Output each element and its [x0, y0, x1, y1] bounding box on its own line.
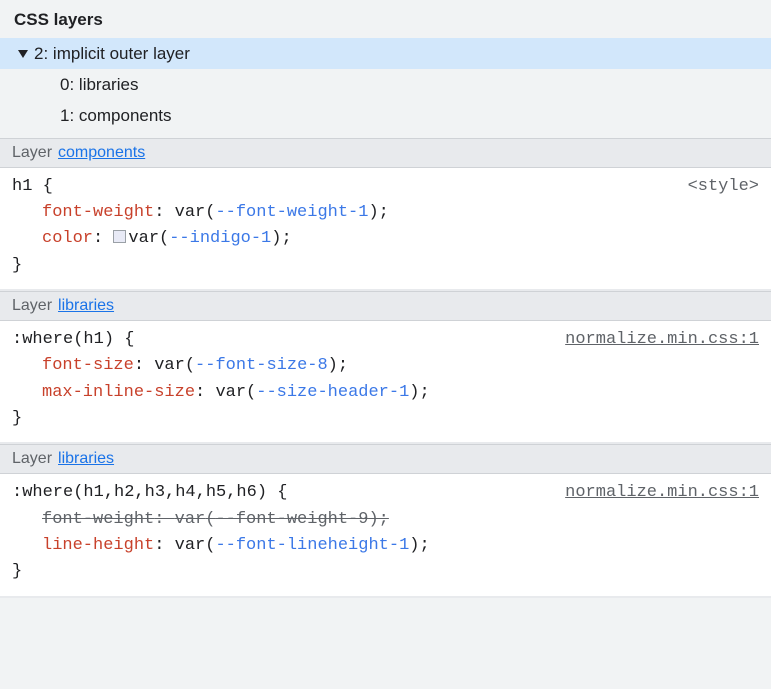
declaration[interactable]: font-size: var(--font-size-8); [12, 353, 759, 379]
rule-close: } [12, 253, 759, 279]
source-label: <style> [688, 174, 759, 200]
declaration[interactable]: font-weight: var(--font-weight-1); [12, 200, 759, 226]
selector[interactable]: :where(h1) { [12, 327, 134, 353]
selector[interactable]: h1 { [12, 174, 53, 200]
source-link[interactable]: normalize.min.css:1 [565, 327, 759, 353]
tree-row-label: 1: components [60, 102, 172, 129]
layer-prefix: Layer [12, 297, 52, 315]
rule-block: h1 { <style> font-weight: var(--font-wei… [0, 168, 771, 291]
declaration-overridden[interactable]: font-weight: var(--font-weight-9); [12, 507, 759, 533]
layer-link[interactable]: libraries [58, 297, 114, 315]
color-swatch-icon[interactable] [113, 230, 126, 243]
rule-block: :where(h1) { normalize.min.css:1 font-si… [0, 321, 771, 444]
declaration[interactable]: max-inline-size: var(--size-header-1); [12, 380, 759, 406]
rule-block: :where(h1,h2,h3,h4,h5,h6) { normalize.mi… [0, 474, 771, 597]
tree-row-root[interactable]: 2: implicit outer layer [0, 38, 771, 69]
tree-row-child[interactable]: 0: libraries [0, 69, 771, 100]
layer-prefix: Layer [12, 144, 52, 162]
tree-row-child[interactable]: 1: components [0, 100, 771, 131]
layer-link[interactable]: components [58, 144, 145, 162]
selector[interactable]: :where(h1,h2,h3,h4,h5,h6) { [12, 480, 287, 506]
rule-close: } [12, 559, 759, 585]
source-link[interactable]: normalize.min.css:1 [565, 480, 759, 506]
disclosure-triangle-icon[interactable] [18, 50, 28, 58]
layer-tree: 2: implicit outer layer 0: libraries 1: … [0, 38, 771, 138]
layer-prefix: Layer [12, 450, 52, 468]
rule-close: } [12, 406, 759, 432]
layer-link[interactable]: libraries [58, 450, 114, 468]
tree-row-label: 2: implicit outer layer [34, 40, 190, 67]
panel-title: CSS layers [0, 0, 771, 38]
layer-header: Layer components [0, 138, 771, 168]
tree-row-label: 0: libraries [60, 71, 138, 98]
layer-header: Layer libraries [0, 291, 771, 321]
declaration[interactable]: line-height: var(--font-lineheight-1); [12, 533, 759, 559]
layer-header: Layer libraries [0, 444, 771, 474]
declaration[interactable]: color: var(--indigo-1); [12, 226, 759, 252]
